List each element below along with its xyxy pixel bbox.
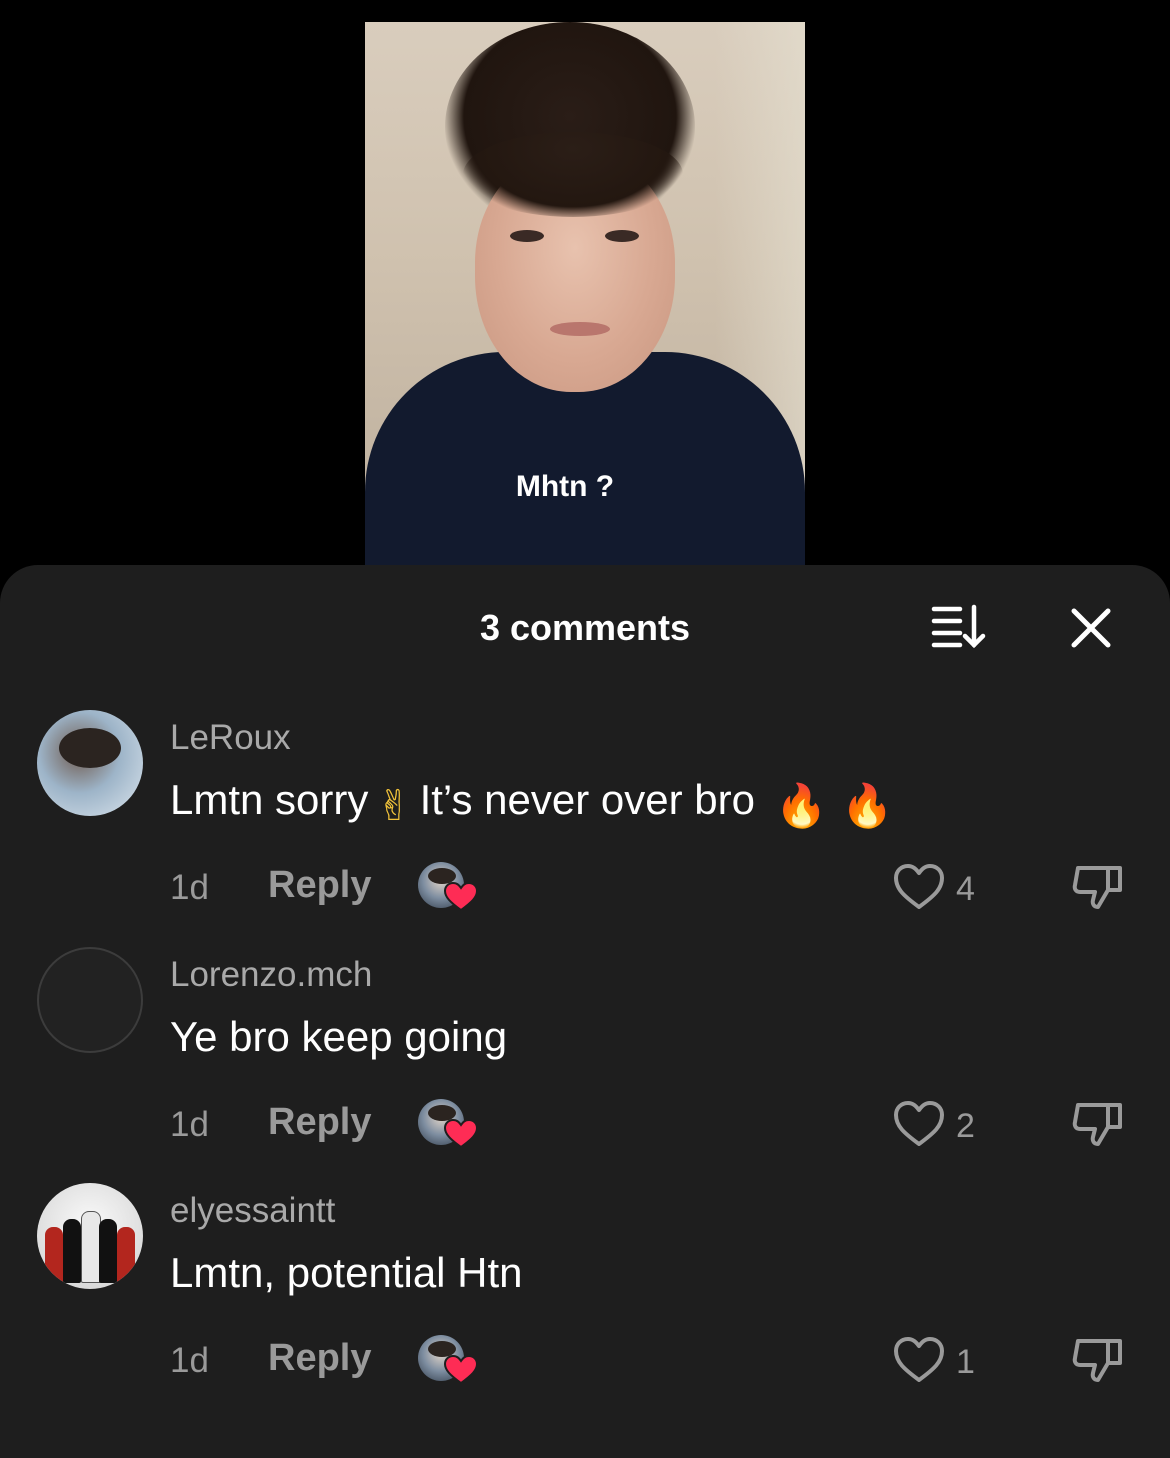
reply-button[interactable]: Reply xyxy=(268,1101,371,1144)
video-person-eye xyxy=(605,230,639,242)
comments-count-title: 3 comments xyxy=(479,607,691,648)
comment-text-part: Lmtn sorry xyxy=(170,776,369,823)
video-thumbnail[interactable]: Mhtn ? xyxy=(365,22,805,565)
avatar-figure xyxy=(81,1211,101,1283)
creator-liked-badge xyxy=(418,862,478,912)
comment-text-part: It’s never over bro xyxy=(419,776,755,823)
fire-emoji: 🔥🔥 xyxy=(774,782,908,829)
avatar[interactable] xyxy=(37,947,143,1053)
avatar[interactable] xyxy=(37,1183,143,1289)
avatar[interactable] xyxy=(37,710,143,816)
thumbs-down-icon[interactable] xyxy=(1070,1099,1126,1149)
heart-filled-icon xyxy=(444,882,478,912)
comment-item: LeRoux Lmtn sorry ✌ It’s never over bro 🔥🔥 … xyxy=(0,710,1170,940)
video-person-fringe xyxy=(463,132,683,217)
comment-username[interactable]: Lorenzo.mch xyxy=(170,955,372,995)
heart-outline-icon[interactable] xyxy=(892,1099,946,1149)
heart-filled-icon xyxy=(444,1119,478,1149)
comments-sheet: 3 comments LeRoux Lmtn sorry ✌ It’s never … xyxy=(0,565,1170,1458)
like-count: 2 xyxy=(956,1107,975,1145)
comment-text: Ye bro keep going xyxy=(170,1013,508,1060)
heart-filled-icon xyxy=(444,1355,478,1385)
creator-liked-badge xyxy=(418,1099,478,1149)
comment-meta: 1d Reply 2 xyxy=(170,1099,1150,1149)
reply-button[interactable]: Reply xyxy=(268,1337,371,1380)
heart-outline-icon[interactable] xyxy=(892,862,946,912)
comment-meta: 1d Reply 4 xyxy=(170,862,1150,912)
video-person-eye xyxy=(510,230,544,242)
comment-text: Lmtn, potential Htn xyxy=(170,1249,523,1296)
video-person-mouth xyxy=(550,322,610,336)
comment-username[interactable]: LeRoux xyxy=(170,718,291,758)
comment-text: Lmtn sorry ✌ It’s never over bro 🔥🔥 xyxy=(170,776,916,831)
sort-icon[interactable] xyxy=(930,603,988,649)
comment-time: 1d xyxy=(170,1341,209,1380)
reply-button[interactable]: Reply xyxy=(268,864,371,907)
like-count: 1 xyxy=(956,1343,975,1381)
like-count: 4 xyxy=(956,870,975,908)
avatar-figure xyxy=(63,1219,81,1283)
avatar-figure xyxy=(45,1227,63,1283)
heart-outline-icon[interactable] xyxy=(892,1335,946,1385)
video-caption: Mhtn ? xyxy=(515,470,615,503)
comment-time: 1d xyxy=(170,868,209,907)
comment-item: Lorenzo.mch Ye bro keep going 1d Reply 2 xyxy=(0,947,1170,1177)
comment-username[interactable]: elyessaintt xyxy=(170,1191,335,1231)
avatar-figure xyxy=(117,1227,135,1283)
comment-time: 1d xyxy=(170,1105,209,1144)
creator-liked-badge xyxy=(418,1335,478,1385)
comment-meta: 1d Reply 1 xyxy=(170,1335,1150,1385)
avatar-figure xyxy=(99,1219,117,1283)
thumbs-down-icon[interactable] xyxy=(1070,862,1126,912)
victory-hand-emoji: ✌ xyxy=(376,782,412,829)
comment-item: elyessaintt Lmtn, potential Htn 1d Reply… xyxy=(0,1183,1170,1413)
thumbs-down-icon[interactable] xyxy=(1070,1335,1126,1385)
close-icon[interactable] xyxy=(1068,605,1114,651)
